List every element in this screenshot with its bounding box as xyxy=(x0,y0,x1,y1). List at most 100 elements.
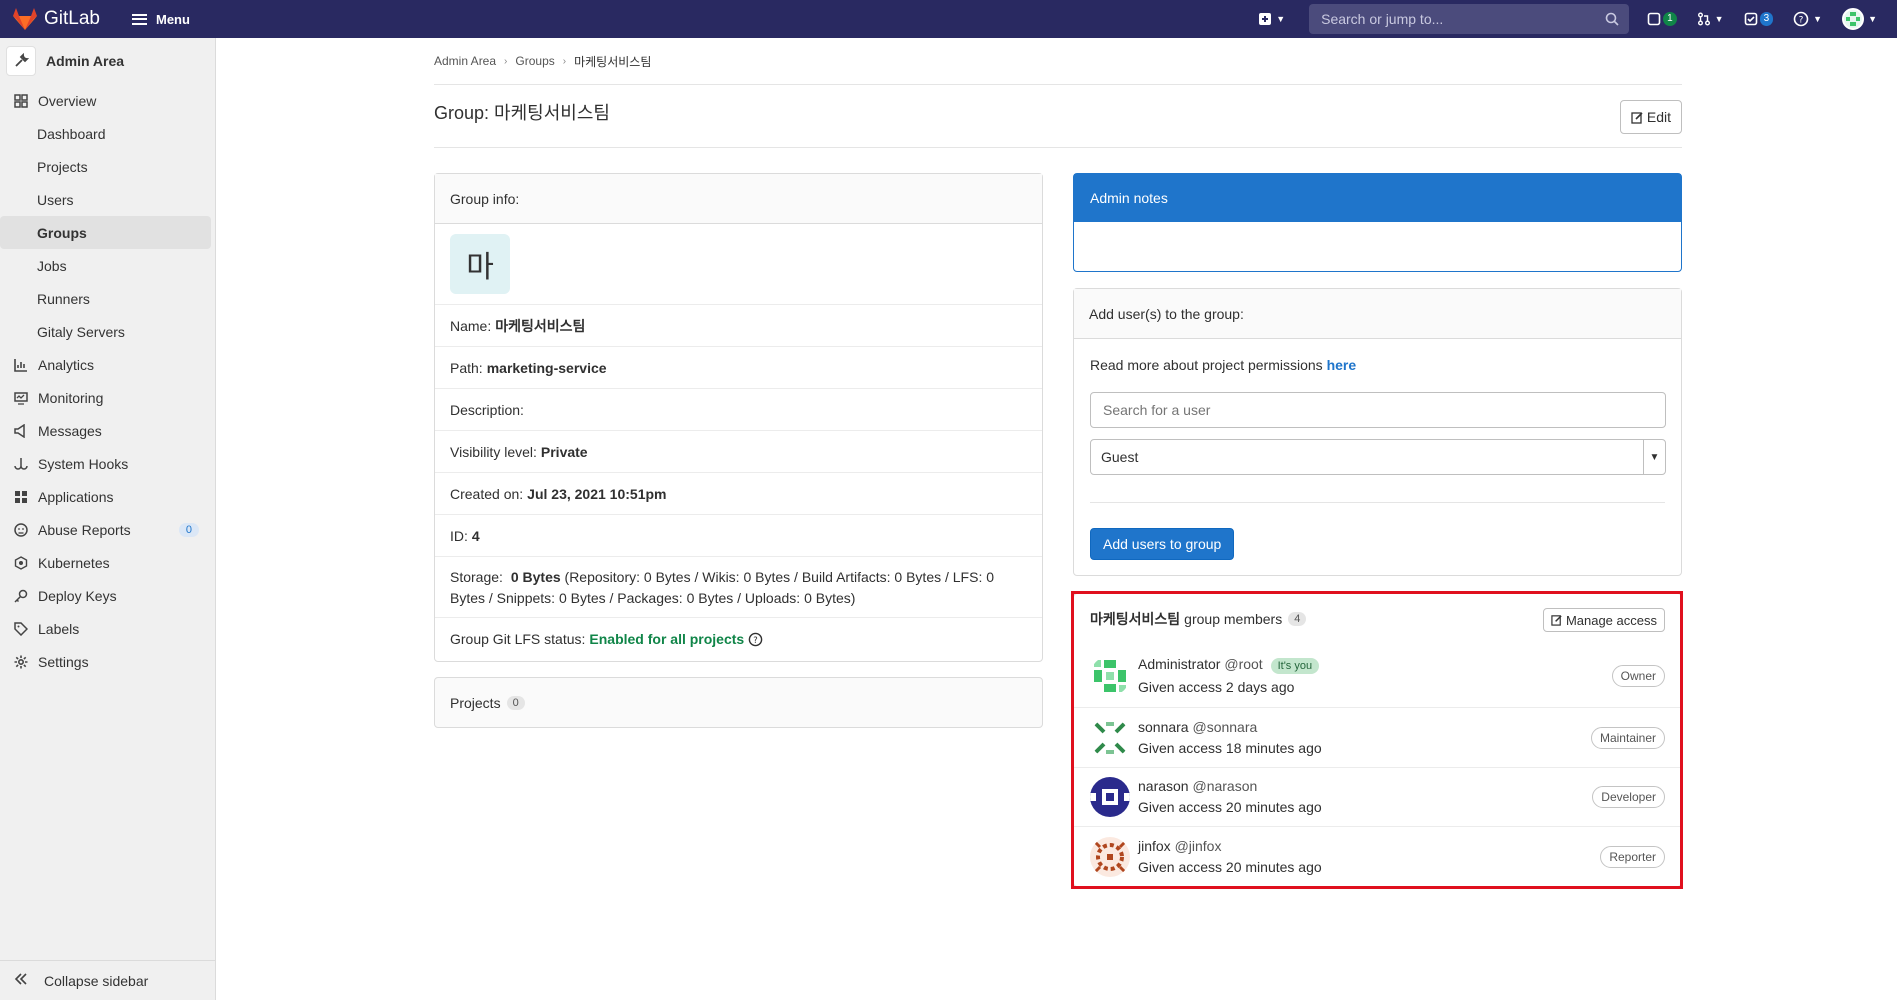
sidebar-item-users[interactable]: Users xyxy=(0,183,215,216)
todo-done-icon xyxy=(1744,12,1757,26)
group-description-row: Description: xyxy=(435,389,1042,431)
sidebar-item-label: System Hooks xyxy=(38,455,129,472)
pencil-square-icon xyxy=(1631,111,1643,124)
abuse-reports-count: 0 xyxy=(178,522,199,537)
sidebar-item-label: Analytics xyxy=(38,356,95,373)
sidebar-item-label: Dashboard xyxy=(37,125,106,142)
abuse-icon xyxy=(13,522,29,538)
overview-icon xyxy=(13,93,29,109)
breadcrumb-admin-area[interactable]: Admin Area xyxy=(434,54,496,68)
collapse-sidebar-button[interactable]: Collapse sidebar xyxy=(0,960,215,1000)
issues-button[interactable]: 1 xyxy=(1647,12,1677,26)
chevron-down-icon: ▼ xyxy=(1714,14,1724,24)
add-users-card: Add user(s) to the group: Read more abou… xyxy=(1073,288,1682,576)
sidebar-item-label: Projects xyxy=(37,158,88,175)
created-value: Jul 23, 2021 10:51pm xyxy=(527,485,667,502)
question-circle-icon[interactable]: ? xyxy=(748,632,763,647)
add-users-to-group-button[interactable]: Add users to group xyxy=(1090,528,1235,560)
kubernetes-icon xyxy=(13,555,29,571)
form-divider xyxy=(1090,502,1665,503)
search-input[interactable] xyxy=(1319,10,1606,28)
user-menu-button[interactable]: ▼ xyxy=(1842,8,1877,30)
sidebar-item-abuse-reports[interactable]: Abuse Reports 0 xyxy=(0,513,215,546)
visibility-value: Private xyxy=(540,443,588,460)
role-select[interactable]: Guest ▼ xyxy=(1090,439,1666,475)
sidebar-item-dashboard[interactable]: Dashboard xyxy=(0,117,215,150)
sidebar-item-monitoring[interactable]: Monitoring xyxy=(0,381,215,414)
created-label: Created on: xyxy=(450,485,524,502)
gitlab-tanuki-icon xyxy=(13,8,37,30)
id-value: 4 xyxy=(471,527,480,544)
group-visibility-row: Visibility level: Private xyxy=(435,431,1042,473)
sidebar-item-label: Gitaly Servers xyxy=(37,323,125,340)
breadcrumb-current-group[interactable]: 마케팅서비스팀 xyxy=(574,53,651,70)
user-search-input[interactable] xyxy=(1101,401,1655,419)
sidebar-item-overview[interactable]: Overview xyxy=(0,84,215,117)
edit-button[interactable]: Edit xyxy=(1619,100,1682,134)
sidebar-item-label: Abuse Reports xyxy=(38,521,131,538)
chevron-right-icon: › xyxy=(504,55,508,67)
group-id-row: ID: 4 xyxy=(435,515,1042,557)
todos-button[interactable]: 3 xyxy=(1744,12,1774,26)
sidebar-item-label: Settings xyxy=(38,653,89,670)
gitlab-logo-link[interactable]: GitLab xyxy=(12,7,100,31)
sidebar-item-applications[interactable]: Applications xyxy=(0,480,215,513)
add-users-title: Add user(s) to the group: xyxy=(1089,305,1244,322)
projects-card[interactable]: Projects 0 xyxy=(434,677,1043,728)
sidebar-item-label: Jobs xyxy=(37,257,67,274)
sidebar-item-label: Groups xyxy=(37,224,87,241)
hamburger-icon xyxy=(131,13,147,25)
group-name-row: Name: 마케팅서비스팀 xyxy=(435,305,1042,347)
sidebar-item-projects[interactable]: Projects xyxy=(0,150,215,183)
sidebar-context-title: Admin Area xyxy=(46,53,125,69)
search-box[interactable] xyxy=(1309,4,1630,34)
sidebar-item-label: Users xyxy=(37,191,74,208)
group-info-title: Group info: xyxy=(450,190,520,207)
group-info-card: Group info: 마 Name: 마케팅서비스팀 Path: market… xyxy=(434,173,1043,662)
sidebar-item-gitaly-servers[interactable]: Gitaly Servers xyxy=(0,315,215,348)
sidebar-item-kubernetes[interactable]: Kubernetes xyxy=(0,546,215,579)
merge-requests-button[interactable]: ▼ xyxy=(1697,12,1724,26)
user-avatar xyxy=(1842,8,1865,30)
sidebar-item-messages[interactable]: Messages xyxy=(0,414,215,447)
id-label: ID: xyxy=(450,527,468,544)
path-value: marketing-service xyxy=(486,359,607,376)
search-icon xyxy=(1605,12,1619,26)
sidebar-item-deploy-keys[interactable]: Deploy Keys xyxy=(0,579,215,612)
admin-notes-card: Admin notes xyxy=(1073,173,1682,272)
permissions-link[interactable]: here xyxy=(1327,357,1357,373)
role-select-value: Guest xyxy=(1101,449,1139,465)
permissions-text-row: Read more about project permissions here xyxy=(1090,357,1356,373)
sidebar-item-labels[interactable]: Labels xyxy=(0,612,215,645)
sidebar-item-settings[interactable]: Settings xyxy=(0,645,215,678)
issues-count-badge: 1 xyxy=(1663,12,1677,26)
sidebar-item-analytics[interactable]: Analytics xyxy=(0,348,215,381)
group-created-row: Created on: Jul 23, 2021 10:51pm xyxy=(435,473,1042,515)
monitoring-icon xyxy=(13,390,29,406)
sidebar: Admin Area Overview Dashboard Projects U… xyxy=(0,38,216,1000)
group-lfs-row: Group Git LFS status: Enabled for all pr… xyxy=(435,618,1042,660)
brand-name: GitLab xyxy=(44,8,100,29)
sidebar-item-system-hooks[interactable]: System Hooks xyxy=(0,447,215,480)
highlight-annotation-box xyxy=(1071,591,1683,889)
sidebar-context-header[interactable]: Admin Area xyxy=(0,38,215,84)
add-users-button-label: Add users to group xyxy=(1103,536,1222,552)
svg-text:?: ? xyxy=(1799,16,1804,26)
breadcrumb-groups[interactable]: Groups xyxy=(515,54,554,68)
add-users-header: Add user(s) to the group: xyxy=(1074,289,1681,339)
page-header: Group: 마케팅서비스팀 Edit xyxy=(434,85,1682,148)
menu-button[interactable]: Menu xyxy=(131,12,190,27)
applications-icon xyxy=(13,489,29,505)
sidebar-item-runners[interactable]: Runners xyxy=(0,282,215,315)
help-button[interactable]: ? ▼ xyxy=(1793,11,1822,27)
user-search-field[interactable] xyxy=(1090,392,1666,428)
storage-label: Storage: xyxy=(450,569,503,585)
new-dropdown-button[interactable]: ▼ xyxy=(1258,12,1285,26)
admin-notes-header: Admin notes xyxy=(1074,174,1681,222)
group-path-row: Path: marketing-service xyxy=(435,347,1042,389)
sidebar-item-groups[interactable]: Groups xyxy=(0,216,211,249)
sidebar-item-label: Overview xyxy=(38,92,97,109)
sidebar-item-label: Kubernetes xyxy=(38,554,110,571)
sidebar-item-label: Messages xyxy=(38,422,102,439)
sidebar-item-jobs[interactable]: Jobs xyxy=(0,249,215,282)
